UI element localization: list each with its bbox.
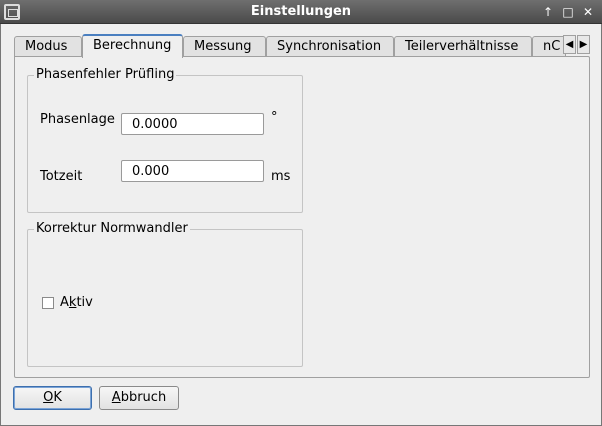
totzeit-input[interactable] xyxy=(121,160,264,182)
ok-button[interactable]: OK xyxy=(13,386,92,410)
totzeit-label: Totzeit xyxy=(40,169,83,184)
window-title: Einstellungen xyxy=(250,4,352,19)
tab-teilerverhaeltnisse[interactable]: Teilerverhältnisse xyxy=(394,36,532,57)
maximize-icon[interactable]: □ xyxy=(560,3,576,21)
abbruch-button-mnemonic: A xyxy=(111,390,121,405)
groupbox-phasenfehler-title: Phasenfehler Prüfling xyxy=(34,67,177,82)
pin-icon[interactable]: ↑ xyxy=(540,3,556,21)
abbruch-button-label: bbruch xyxy=(120,390,167,405)
aktiv-checkbox-label[interactable]: Aktiv xyxy=(60,295,93,310)
tab-panel-berechnung: Phasenfehler Prüfling Phasenlage ° Totze… xyxy=(14,56,590,378)
tab-messung[interactable]: Messung xyxy=(183,36,266,57)
aktiv-label-suffix: tiv xyxy=(76,295,93,310)
phasenlage-label: Phasenlage xyxy=(40,112,115,127)
ok-button-mnemonic: O xyxy=(43,390,54,405)
ok-button-label: K xyxy=(53,390,62,405)
tab-bar: Modus Berechnung Messung Synchronisation… xyxy=(14,34,592,58)
abbruch-button[interactable]: Abbruch xyxy=(99,386,179,410)
close-icon[interactable]: ✕ xyxy=(580,3,596,21)
groupbox-korrektur-title: Korrektur Normwandler xyxy=(34,221,190,236)
groupbox-phasenfehler: Phasenfehler Prüfling Phasenlage ° Totze… xyxy=(27,67,303,213)
settings-dialog: Modus Berechnung Messung Synchronisation… xyxy=(0,24,602,426)
totzeit-unit: ms xyxy=(271,169,291,184)
groupbox-korrektur: Korrektur Normwandler Aktiv xyxy=(27,221,303,367)
title-bar: Einstellungen ↑ □ ✕ xyxy=(0,0,602,24)
tab-scroll-left-icon[interactable]: ◀ xyxy=(563,35,576,54)
tab-modus[interactable]: Modus xyxy=(14,36,82,57)
aktiv-label-prefix: A xyxy=(60,295,69,310)
tab-nc[interactable]: nC xyxy=(532,36,566,57)
tab-scroll-right-icon[interactable]: ▶ xyxy=(577,35,590,54)
phasenlage-unit: ° xyxy=(271,110,278,125)
aktiv-checkbox[interactable] xyxy=(42,297,54,309)
tab-synchronisation[interactable]: Synchronisation xyxy=(266,36,394,57)
tab-berechnung[interactable]: Berechnung xyxy=(82,34,183,58)
phasenlage-input[interactable] xyxy=(121,113,264,135)
